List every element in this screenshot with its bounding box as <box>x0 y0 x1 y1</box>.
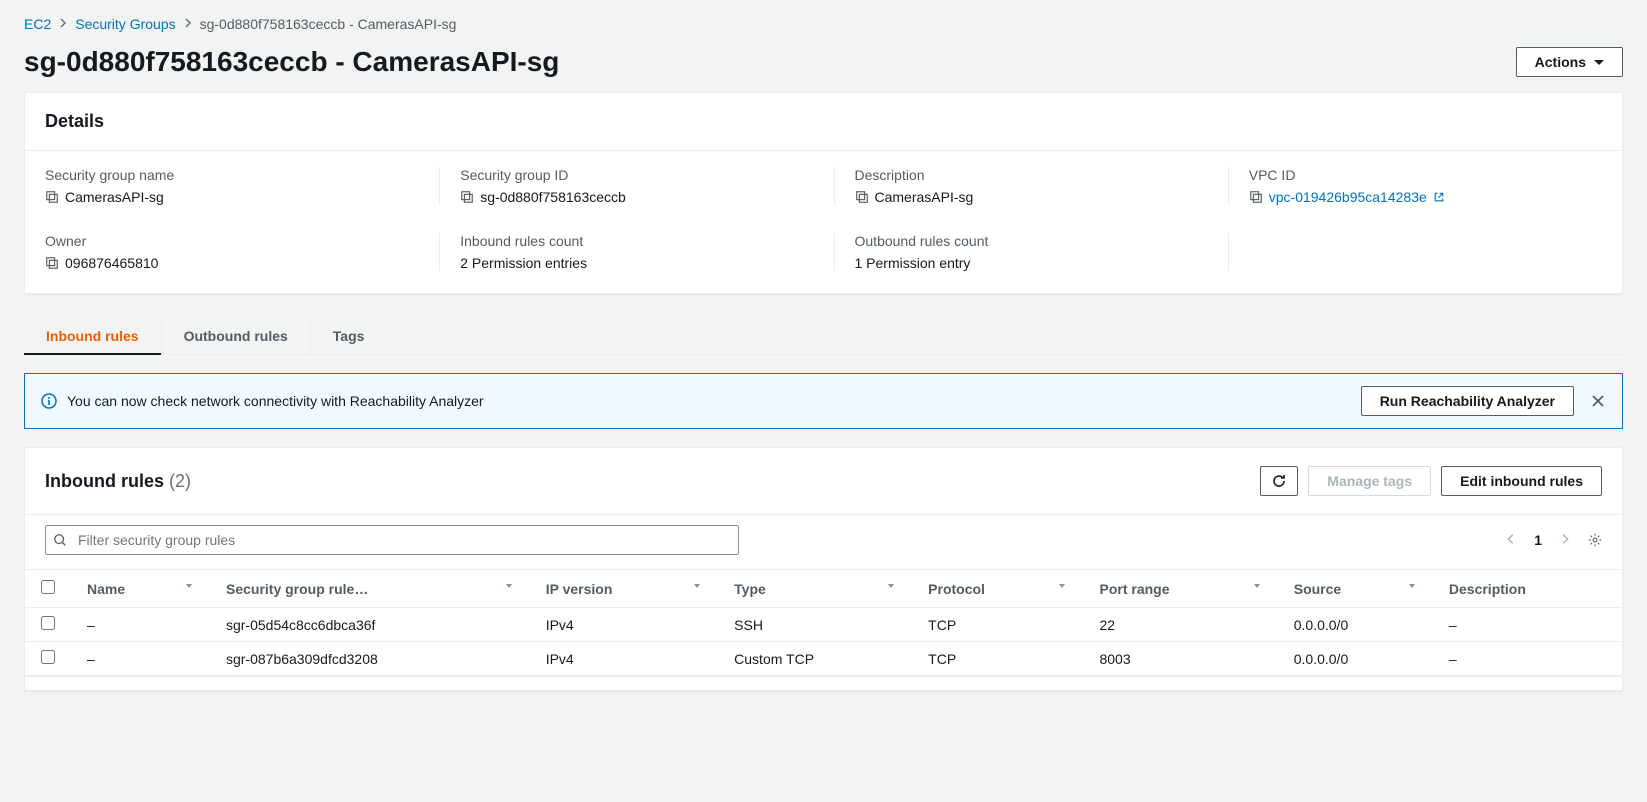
outbound-count-label: Outbound rules count <box>855 233 1208 249</box>
breadcrumb-root[interactable]: EC2 <box>24 16 51 32</box>
owner-label: Owner <box>45 233 419 249</box>
reachability-banner: You can now check network connectivity w… <box>24 373 1623 429</box>
rules-count: (2) <box>169 471 191 491</box>
inbound-count-label: Inbound rules count <box>460 233 813 249</box>
sort-icon <box>1252 581 1262 591</box>
breadcrumb: EC2 Security Groups sg-0d880f758163ceccb… <box>24 16 1623 32</box>
cell-ip-version: IPv4 <box>530 608 718 642</box>
cell-type: SSH <box>718 608 912 642</box>
table-row[interactable]: – sgr-087b6a309dfcd3208 IPv4 Custom TCP … <box>25 642 1622 676</box>
description-label: Description <box>855 167 1208 183</box>
cell-ip-version: IPv4 <box>530 642 718 676</box>
select-all-checkbox[interactable] <box>41 580 55 594</box>
details-panel: Details Security group name CamerasAPI-s… <box>24 92 1623 294</box>
refresh-icon <box>1271 473 1287 489</box>
cell-type: Custom TCP <box>718 642 912 676</box>
cell-description: – <box>1433 608 1622 642</box>
banner-text: You can now check network connectivity w… <box>67 393 484 409</box>
inbound-rules-table: Name Security group rule… IP version Typ… <box>25 569 1622 676</box>
sort-icon <box>1057 581 1067 591</box>
cell-name: – <box>71 608 210 642</box>
actions-label: Actions <box>1535 54 1586 70</box>
row-checkbox[interactable] <box>41 650 55 664</box>
owner-value: 096876465810 <box>65 255 158 271</box>
filter-rules-input[interactable] <box>45 525 739 555</box>
edit-inbound-rules-button[interactable]: Edit inbound rules <box>1441 466 1602 496</box>
copy-icon[interactable] <box>460 190 474 204</box>
inbound-count-value: 2 Permission entries <box>460 255 587 271</box>
sg-name-value: CamerasAPI-sg <box>65 189 164 205</box>
page-title: sg-0d880f758163ceccb - CamerasAPI-sg <box>24 46 559 78</box>
page-number: 1 <box>1534 532 1542 548</box>
cell-name: – <box>71 642 210 676</box>
actions-button[interactable]: Actions <box>1516 47 1623 77</box>
col-protocol[interactable]: Protocol <box>912 570 1083 608</box>
search-icon <box>53 533 67 547</box>
chevron-right-icon <box>59 16 67 32</box>
tab-list: Inbound rules Outbound rules Tags <box>24 318 1623 355</box>
col-type[interactable]: Type <box>718 570 912 608</box>
description-value: CamerasAPI-sg <box>875 189 974 205</box>
cell-source: 0.0.0.0/0 <box>1278 642 1433 676</box>
breadcrumb-current: sg-0d880f758163ceccb - CamerasAPI-sg <box>200 16 457 32</box>
col-ip-version[interactable]: IP version <box>530 570 718 608</box>
run-reachability-button[interactable]: Run Reachability Analyzer <box>1361 386 1574 416</box>
horizontal-scrollbar[interactable] <box>25 676 1622 690</box>
info-icon <box>41 393 57 409</box>
col-source[interactable]: Source <box>1278 570 1433 608</box>
close-icon[interactable] <box>1590 393 1606 409</box>
vpc-id-label: VPC ID <box>1249 167 1602 183</box>
cell-description: – <box>1433 642 1622 676</box>
copy-icon[interactable] <box>45 190 59 204</box>
sort-icon <box>184 581 194 591</box>
gear-icon[interactable] <box>1588 533 1602 547</box>
rules-heading: Inbound rules <box>45 471 164 491</box>
breadcrumb-parent[interactable]: Security Groups <box>75 16 175 32</box>
cell-rule-id: sgr-05d54c8cc6dbca36f <box>210 608 530 642</box>
copy-icon[interactable] <box>1249 190 1263 204</box>
cell-port-range: 8003 <box>1083 642 1277 676</box>
caret-down-icon <box>1594 60 1604 65</box>
cell-source: 0.0.0.0/0 <box>1278 608 1433 642</box>
cell-protocol: TCP <box>912 642 1083 676</box>
details-heading: Details <box>45 111 104 132</box>
next-page-button[interactable] <box>1558 532 1572 549</box>
manage-tags-button[interactable]: Manage tags <box>1308 466 1431 496</box>
tab-inbound-rules[interactable]: Inbound rules <box>24 318 162 354</box>
chevron-right-icon <box>184 16 192 32</box>
sg-name-label: Security group name <box>45 167 419 183</box>
inbound-rules-panel: Inbound rules (2) Manage tags Edit inbou… <box>24 447 1623 691</box>
col-rule-id[interactable]: Security group rule… <box>210 570 530 608</box>
refresh-button[interactable] <box>1260 466 1298 496</box>
col-name[interactable]: Name <box>71 570 210 608</box>
sg-id-label: Security group ID <box>460 167 813 183</box>
sort-icon <box>692 581 702 591</box>
sort-icon <box>1407 581 1417 591</box>
tab-outbound-rules[interactable]: Outbound rules <box>162 318 311 354</box>
table-row[interactable]: – sgr-05d54c8cc6dbca36f IPv4 SSH TCP 22 … <box>25 608 1622 642</box>
sort-icon <box>504 581 514 591</box>
sort-icon <box>886 581 896 591</box>
cell-protocol: TCP <box>912 608 1083 642</box>
copy-icon[interactable] <box>45 256 59 270</box>
copy-icon[interactable] <box>855 190 869 204</box>
vpc-id-link[interactable]: vpc-019426b95ca14283e <box>1269 189 1427 205</box>
tab-tags[interactable]: Tags <box>311 318 387 354</box>
row-checkbox[interactable] <box>41 616 55 630</box>
col-port-range[interactable]: Port range <box>1083 570 1277 608</box>
col-description[interactable]: Description <box>1433 570 1622 608</box>
external-link-icon <box>1433 191 1445 203</box>
prev-page-button[interactable] <box>1504 532 1518 549</box>
outbound-count-value: 1 Permission entry <box>855 255 971 271</box>
cell-port-range: 22 <box>1083 608 1277 642</box>
cell-rule-id: sgr-087b6a309dfcd3208 <box>210 642 530 676</box>
sg-id-value: sg-0d880f758163ceccb <box>480 189 626 205</box>
